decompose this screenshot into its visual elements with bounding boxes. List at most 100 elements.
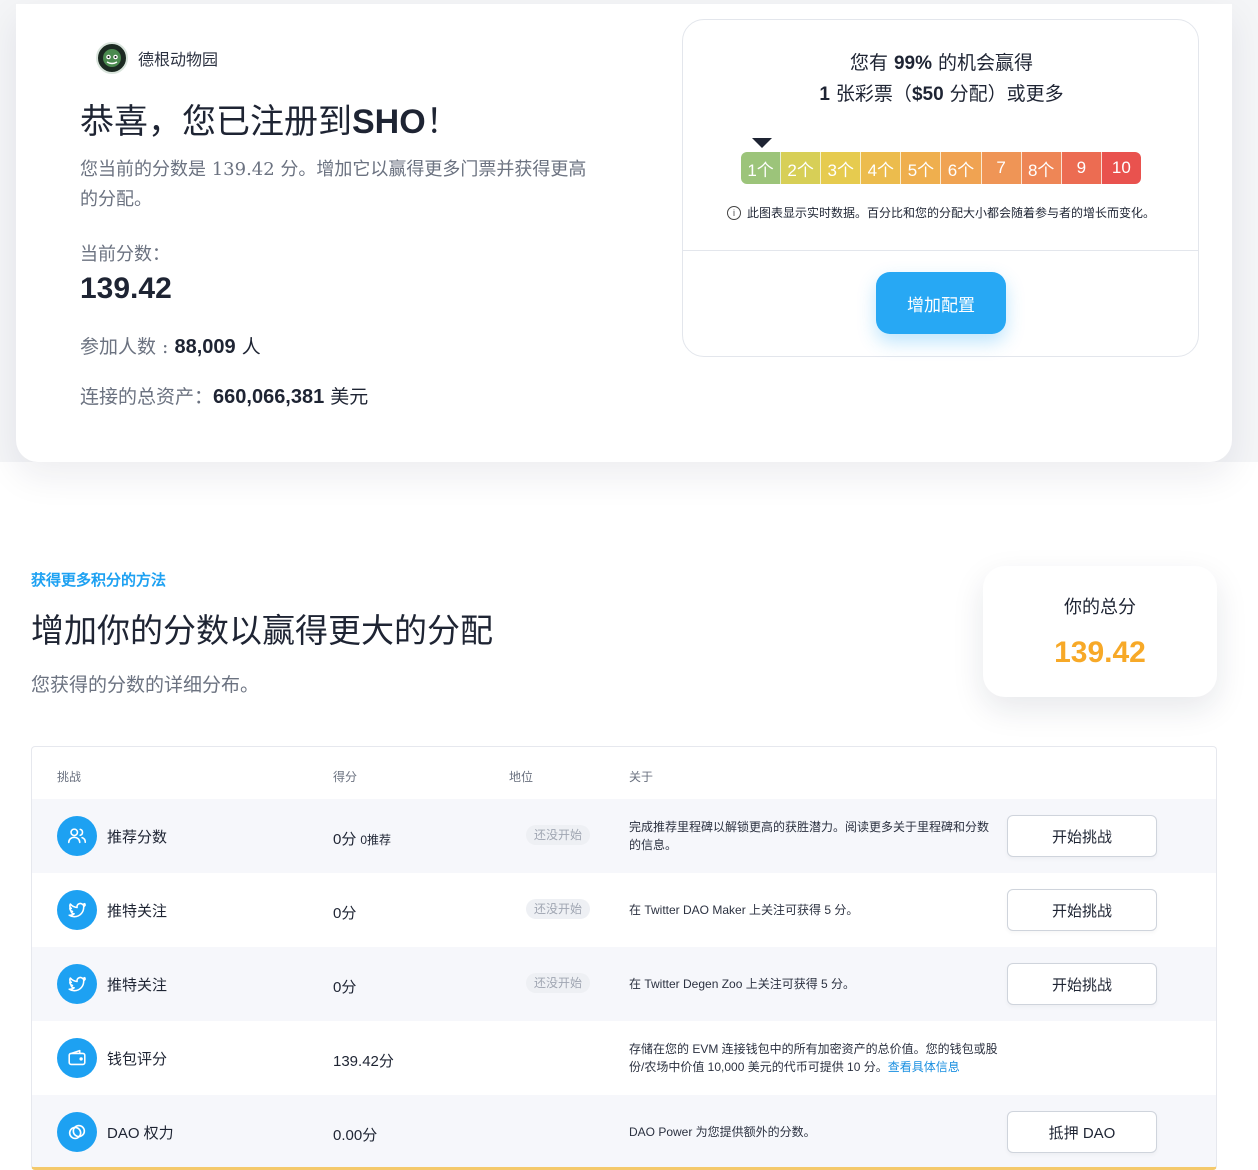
project-name: 德根动物园 [138, 52, 219, 69]
status-badge: 还没开始 [526, 973, 591, 993]
title-suffix: ！ [425, 102, 460, 142]
win-chance-line-1: 您有 99% 的机会赢得 [683, 48, 1200, 79]
points-cell: 0分 [333, 976, 356, 997]
challenge-name: 推荐分数 [107, 828, 168, 846]
stake-dao-button[interactable]: 抵押 DAO [1007, 1111, 1157, 1153]
points-cell: 0分 0推荐 [333, 828, 391, 849]
challenge-name: 推特关注 [107, 902, 168, 920]
participants-value: 88,009 [174, 336, 236, 358]
section-description: 您获得的分数的详细分布。 [31, 674, 260, 696]
info-icon: i [727, 205, 741, 220]
table-row: 推特关注 0分 还没开始 在 Twitter Degen Zoo 上关注可获得 … [32, 947, 1216, 1021]
challenge-name: 钱包评分 [107, 1050, 168, 1068]
ticket-scale-cell: 9 [1061, 152, 1102, 184]
challenge-name: 推特关注 [107, 976, 168, 994]
section-title: 增加你的分数以赢得更大的分配 [31, 611, 493, 650]
about-text: 完成推荐里程碑以解锁更高的获胜潜力。阅读更多关于里程碑和分数的信息。 [629, 820, 990, 852]
about-text: DAO Power 为您提供额外的分数。 [629, 1125, 816, 1139]
ticket-scale: 1个 2个 3个 4个 5个 6个 7 8个 9 10 [741, 152, 1141, 184]
header-status: 地位 [509, 770, 534, 784]
assets-value: 660,066,381 [213, 386, 325, 408]
allocation-amount: $50 [911, 84, 944, 105]
ticket-scale-cell: 7 [981, 152, 1022, 184]
points-value: 0分 [333, 905, 357, 922]
chance-percent: 99% [893, 53, 933, 74]
win-chance-card: 您有 99% 的机会赢得 1 张彩票（$50 分配）或更多 1个 2个 3个 4个 5个… [682, 19, 1199, 357]
realtime-note: i 此图表显示实时数据。百分比和您的分配大小都会随着参与者的增长而变化。 [727, 204, 1155, 221]
ticket-text-b: 分配）或更多 [943, 83, 1064, 105]
status-badge: 还没开始 [526, 825, 591, 845]
section-eyebrow: 获得更多积分的方法 [31, 572, 167, 589]
about-text: 在 Twitter DAO Maker 上关注可获得 5 分。 [629, 903, 859, 917]
ticket-scale-cell: 10 [1101, 152, 1141, 184]
points-value: 0分 [333, 831, 357, 848]
referral-count: 0推荐 [360, 833, 392, 847]
ticket-text-a: 张彩票（ [829, 83, 912, 105]
ticket-scale-cell: 2个 [781, 152, 822, 184]
dao-icon [57, 1112, 97, 1152]
challenge-cell: 推特关注 [57, 964, 167, 1004]
wallet-icon [57, 1038, 97, 1078]
assets-label: 连接的总资产： [80, 386, 214, 408]
start-challenge-button[interactable]: 开始挑战 [1007, 815, 1157, 857]
table-row: DAO 权力 0.00分 DAO Power 为您提供额外的分数。 抵押 DAO [32, 1095, 1216, 1167]
total-score-label: 你的总分 [1064, 597, 1136, 618]
header-challenge: 挑战 [57, 770, 82, 784]
win-chance-text: 您有 99% 的机会赢得 1 张彩票（$50 分配）或更多 [683, 48, 1200, 110]
points-value: 0分 [333, 979, 357, 996]
ticket-scale-cell: 1个 [741, 152, 782, 184]
challenge-cell: DAO 权力 [57, 1112, 174, 1152]
title-prefix: 恭喜，您已注册到 [80, 102, 352, 142]
about-text: 在 Twitter Degen Zoo 上关注可获得 5 分。 [629, 977, 856, 991]
assets-unit: 美元 [324, 386, 369, 408]
participants-stat: 参加人数 : 88,009 人 [80, 332, 261, 359]
assets-stat: 连接的总资产：660,066,381 美元 [80, 382, 368, 409]
users-icon [57, 816, 97, 856]
page-title: 恭喜，您已注册到SHO！ [80, 94, 460, 143]
header-points: 得分 [333, 770, 358, 784]
chance-prefix: 您有 [849, 52, 894, 74]
challenge-cell: 钱包评分 [57, 1038, 167, 1078]
about-text: 存储在您的 EVM 连接钱包中的所有加密资产的总价值。您的钱包或股份/农场中价值… [629, 1040, 999, 1076]
realtime-note-text: 此图表显示实时数据。百分比和您的分配大小都会随着参与者的增长而变化。 [747, 206, 1156, 220]
increase-allocation-button[interactable]: 增加配置 [876, 272, 1006, 334]
points-cell: 0分 [333, 902, 356, 923]
participants-unit: 人 [235, 336, 261, 358]
hero-description: 您当前的分数是 139.42 分。增加它以赢得更多门票并获得更高的分配。 [80, 159, 587, 210]
table-row: 钱包评分 139.42分 存储在您的 EVM 连接钱包中的所有加密资产的总价值。… [32, 1021, 1216, 1095]
ticket-scale-cell: 8个 [1021, 152, 1062, 184]
start-challenge-button[interactable]: 开始挑战 [1007, 963, 1157, 1005]
header-about: 关于 [629, 770, 654, 784]
ticket-count: 1 [819, 84, 830, 105]
challenges-table: 挑战 得分 地位 关于 推荐分数 0分 0推荐 还没开始 完成推荐里程碑以解锁更高… [31, 746, 1217, 1170]
ticket-scale-cell: 3个 [821, 152, 862, 184]
start-challenge-button[interactable]: 开始挑战 [1007, 889, 1157, 931]
table-row: 推特关注 0分 还没开始 在 Twitter DAO Maker 上关注可获得 … [32, 873, 1216, 947]
table-row: 推荐分数 0分 0推荐 还没开始 完成推荐里程碑以解锁更高的获胜潜力。阅读更多关于… [32, 799, 1216, 873]
ticket-scale-cell: 6个 [941, 152, 982, 184]
project-header: 德根动物园 [96, 42, 218, 74]
challenge-cell: 推荐分数 [57, 816, 167, 856]
challenge-cell: 推特关注 [57, 890, 167, 930]
twitter-icon [57, 890, 97, 930]
points-value: 139.42分 [333, 1053, 394, 1070]
view-details-link[interactable]: 查看具体信息 [888, 1060, 960, 1074]
ticket-scale-cell: 5个 [901, 152, 942, 184]
points-cell: 139.42分 [333, 1050, 394, 1071]
total-score-card: 你的总分 139.42 [983, 566, 1217, 697]
challenge-name: DAO 权力 [107, 1124, 174, 1142]
status-badge: 还没开始 [526, 899, 591, 919]
table-header: 挑战 得分 地位 关于 [32, 747, 1216, 799]
participants-label: 参加人数 : [80, 336, 175, 358]
title-token: SHO [352, 103, 426, 141]
ticket-scale-cell: 4个 [861, 152, 902, 184]
total-score-value: 139.42 [1054, 636, 1146, 669]
card-divider [683, 250, 1198, 251]
twitter-icon [57, 964, 97, 1004]
points-cell: 0.00分 [333, 1124, 377, 1145]
project-logo-icon [96, 42, 128, 74]
current-score-value: 139.42 [80, 272, 172, 305]
points-value: 0.00分 [333, 1127, 378, 1144]
current-ticket-marker-icon [752, 138, 772, 148]
win-chance-line-2: 1 张彩票（$50 分配）或更多 [683, 79, 1200, 110]
